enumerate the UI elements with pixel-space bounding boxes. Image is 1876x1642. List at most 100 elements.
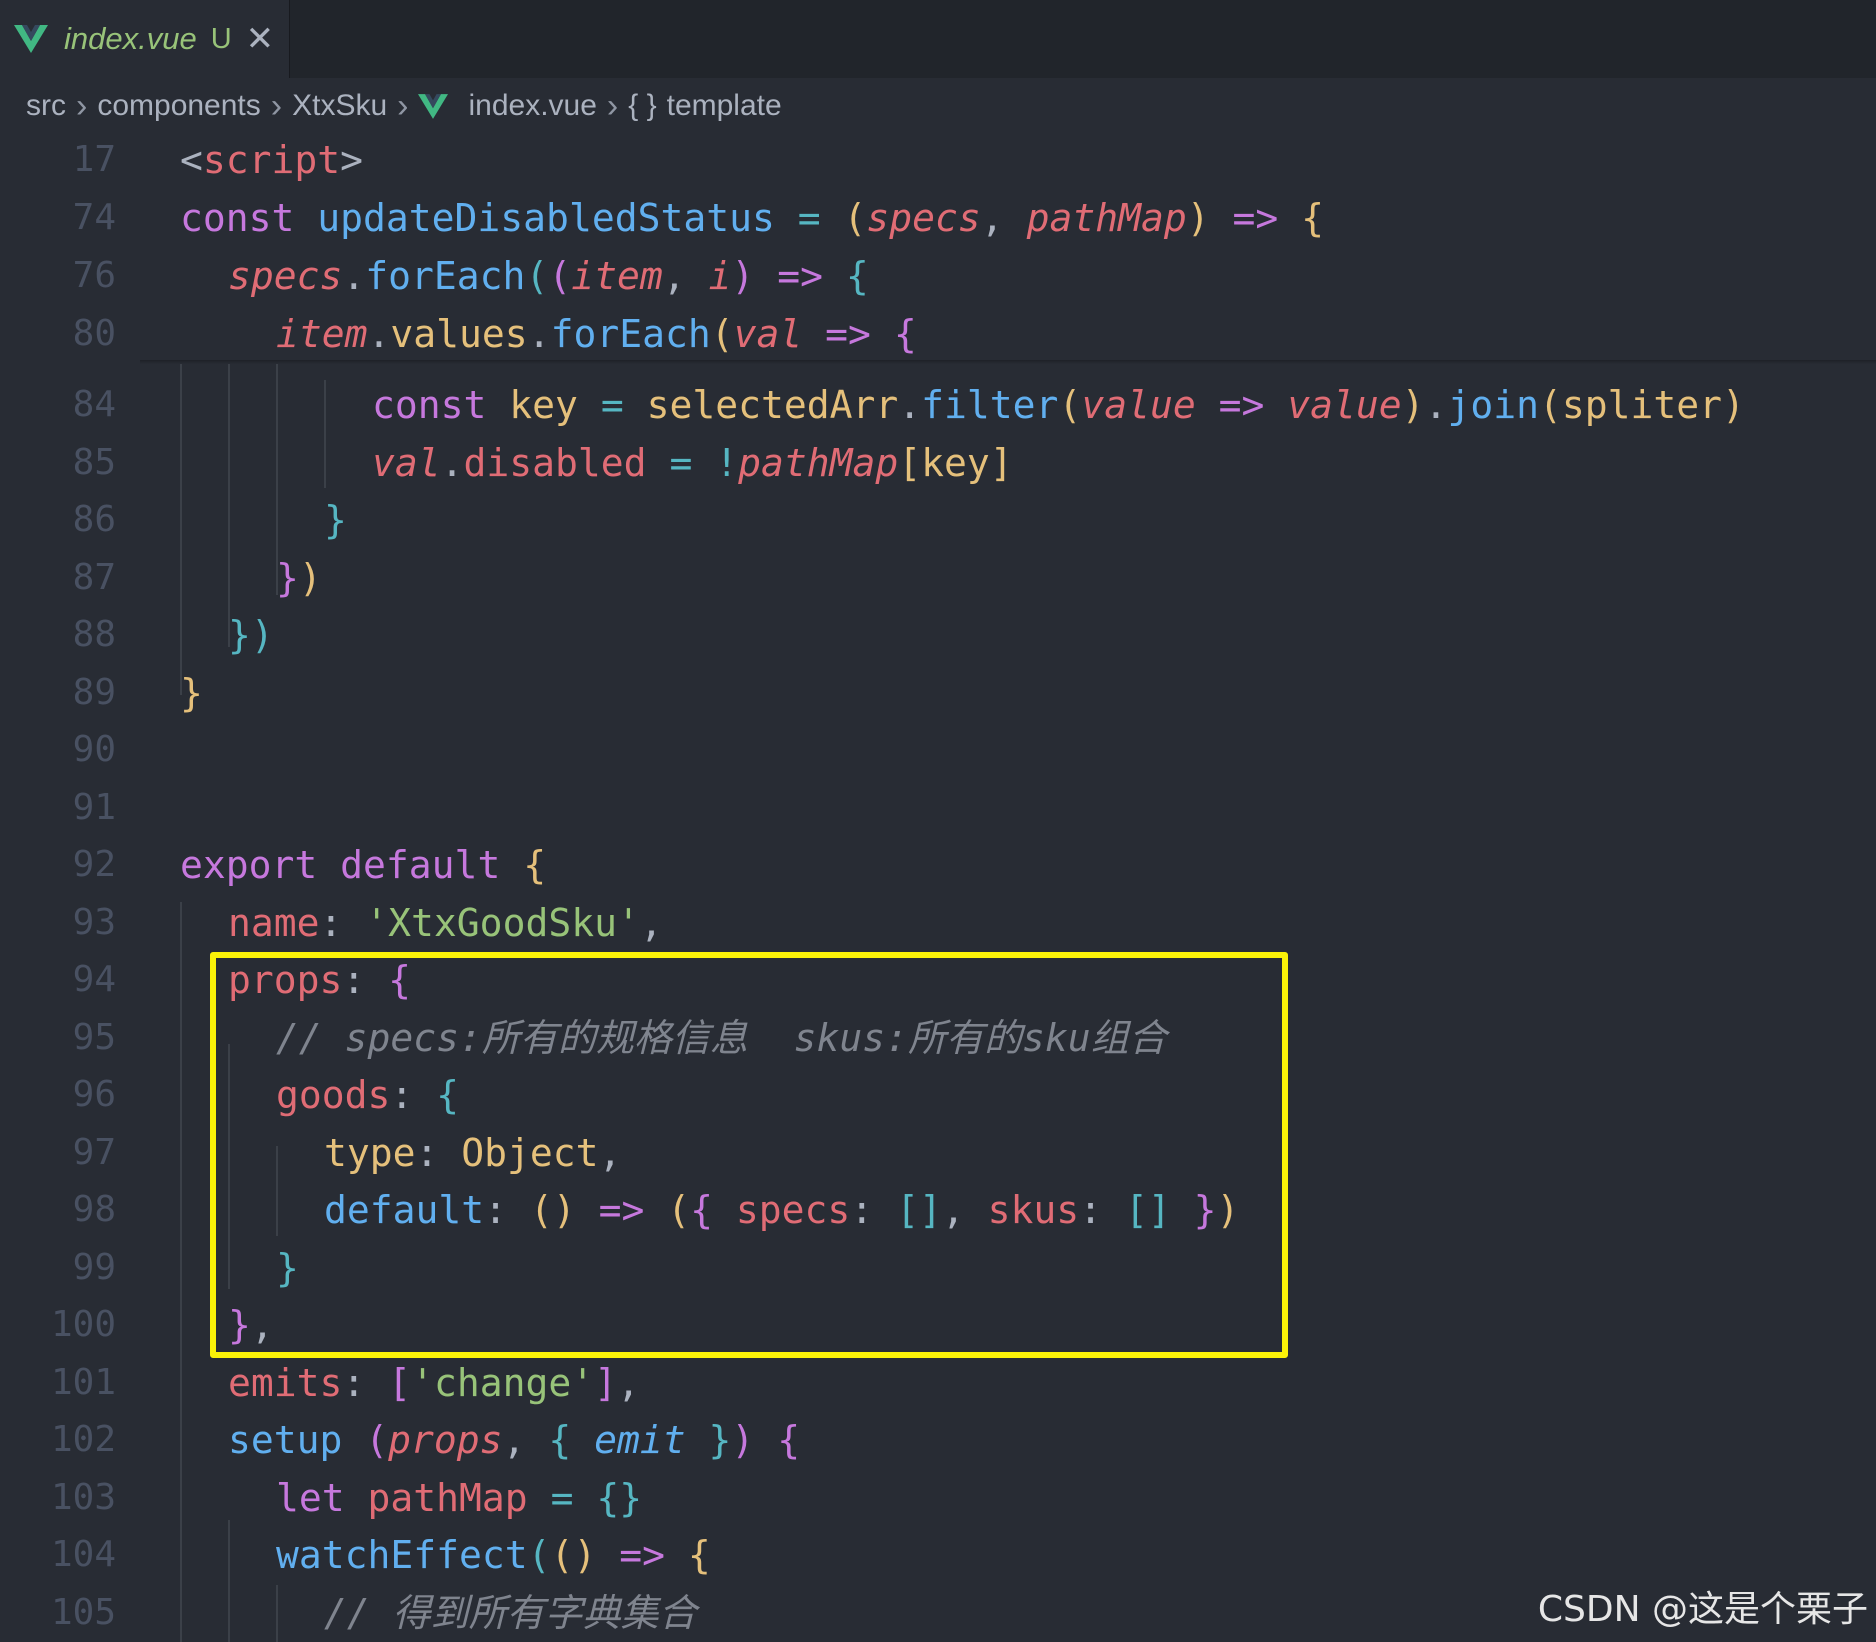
code-token: : — [342, 1361, 366, 1405]
code-token: key — [509, 383, 578, 427]
code-token: key — [921, 441, 990, 485]
code-line-103: let pathMap = {} — [276, 1469, 642, 1527]
code-editor[interactable]: 17 74 76 80 84 85 86 87 88 89 90 91 92 9… — [0, 0, 1876, 1642]
code-line-87: }) — [276, 549, 322, 607]
code-line-92: export default { — [180, 836, 546, 894]
line-number: 93 — [72, 902, 116, 943]
code-token: item — [571, 254, 663, 298]
code-token: { — [548, 1418, 572, 1462]
line-number: 80 — [72, 313, 116, 354]
code-token: ] — [989, 441, 1013, 485]
indent-guide — [276, 1585, 278, 1642]
line-number: 85 — [72, 442, 116, 483]
code-token: ) — [298, 556, 322, 600]
code-token: [ — [388, 1361, 412, 1405]
code-token: , — [616, 1361, 640, 1405]
code-token: < — [180, 138, 203, 182]
code-token: . — [1424, 383, 1448, 427]
line-number: 103 — [50, 1477, 116, 1518]
line-number: 104 — [50, 1534, 116, 1575]
code-line-85: val.disabled = !pathMap[key] — [372, 434, 1013, 492]
code-token: 'change' — [411, 1361, 595, 1405]
code-token: = — [797, 196, 821, 240]
code-token: } — [324, 498, 347, 542]
line-number: 96 — [72, 1074, 116, 1115]
line-number: 90 — [72, 729, 116, 770]
line-number: 91 — [72, 787, 116, 828]
code-line-74: const updateDisabledStatus = (specs, pat… — [180, 189, 1324, 247]
line-number: 99 — [72, 1247, 116, 1288]
code-token: {} — [596, 1476, 643, 1520]
code-token: ( — [365, 1418, 389, 1462]
code-line-80: item.values.forEach(val => { — [276, 305, 917, 363]
code-token: ) — [1186, 196, 1210, 240]
code-token: setup — [228, 1418, 343, 1462]
code-line-88: }) — [228, 606, 274, 664]
code-line-89: } — [180, 664, 203, 722]
code-token: 'XtxGoodSku' — [365, 901, 640, 945]
code-token: watchEffect — [276, 1533, 528, 1577]
code-token: . — [440, 441, 464, 485]
code-token: value — [1287, 383, 1402, 427]
code-token: { — [1301, 196, 1325, 240]
code-token: value — [1081, 383, 1196, 427]
code-token: props — [388, 1418, 503, 1462]
code-token: ) — [731, 254, 755, 298]
code-token: ( — [1538, 383, 1562, 427]
code-token: ( — [843, 196, 867, 240]
code-token: ( — [527, 1533, 551, 1577]
code-comment: // 得到所有字典集合 — [324, 1591, 697, 1635]
line-number: 100 — [50, 1304, 116, 1345]
code-token: [ — [898, 441, 922, 485]
code-token: ( — [1058, 383, 1082, 427]
line-number: 101 — [50, 1362, 116, 1403]
line-number: 88 — [72, 614, 116, 655]
code-line-101: emits: ['change'], — [228, 1354, 640, 1412]
code-token: , — [980, 196, 1004, 240]
indent-guide — [180, 902, 182, 1642]
indent-guide — [180, 360, 182, 695]
code-token: . — [342, 254, 366, 298]
code-token: emits — [228, 1361, 343, 1405]
code-token: ) — [731, 1418, 755, 1462]
code-token: val — [372, 441, 441, 485]
line-number: 94 — [72, 959, 116, 1000]
line-number: 97 — [72, 1132, 116, 1173]
code-token: values — [390, 312, 528, 356]
code-token: . — [898, 383, 922, 427]
line-number: 98 — [72, 1189, 116, 1230]
code-line-102: setup (props, { emit }) { — [228, 1411, 800, 1469]
code-token: const — [180, 196, 295, 240]
code-token: join — [1447, 383, 1539, 427]
code-token: pathMap — [738, 441, 899, 485]
indent-guide — [228, 1520, 230, 1642]
code-line-93: name: 'XtxGoodSku', — [228, 894, 663, 952]
line-number: 74 — [72, 197, 116, 238]
code-token: ) — [250, 613, 274, 657]
code-token: , — [502, 1418, 526, 1462]
indent-guide — [324, 380, 326, 488]
line-number: 84 — [72, 384, 116, 425]
code-token: => — [1232, 196, 1279, 240]
code-token: ! — [715, 441, 739, 485]
code-token: = — [669, 441, 693, 485]
code-token: updateDisabledStatus — [317, 196, 775, 240]
line-number: 86 — [72, 499, 116, 540]
code-token: spliter — [1561, 383, 1722, 427]
code-token: { — [777, 1418, 801, 1462]
code-token: filter — [921, 383, 1059, 427]
code-token: > — [340, 138, 364, 182]
line-number: 92 — [72, 844, 116, 885]
code-token: forEach — [550, 312, 711, 356]
watermark: CSDN @这是个栗子 — [1537, 1589, 1868, 1630]
code-token: { — [523, 843, 547, 887]
code-line-84: const key = selectedArr.filter(value => … — [372, 376, 1745, 434]
code-token: emit — [594, 1418, 686, 1462]
code-token: let — [276, 1476, 345, 1520]
highlight-box — [210, 952, 1288, 1358]
code-token: const — [372, 383, 487, 427]
code-token: pathMap — [1026, 196, 1187, 240]
code-token: default — [340, 843, 501, 887]
code-line-17: <script> — [180, 131, 363, 189]
code-token: item — [276, 312, 368, 356]
